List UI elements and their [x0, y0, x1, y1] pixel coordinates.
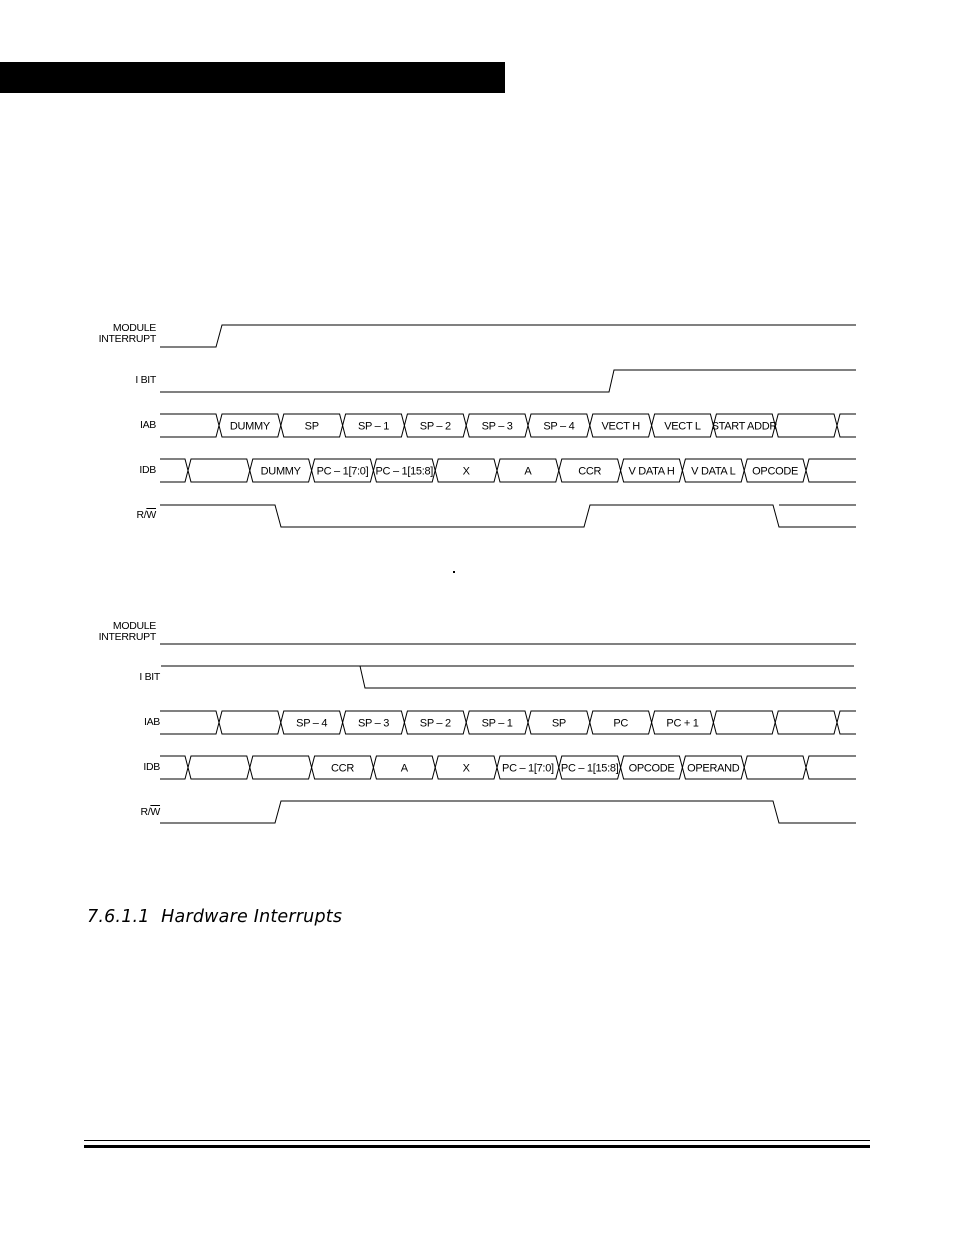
bus-cycle-label: OPCODE [752, 466, 798, 478]
bus-cycle-label: SP – 1 [358, 421, 389, 433]
bus-cycle-cell [249, 755, 313, 780]
bus-cycle-cell [187, 458, 251, 483]
bus-cycle-label: X [463, 763, 471, 775]
section-title: Hardware Interrupts [161, 907, 343, 927]
waveform-i-bit [160, 369, 856, 393]
bus-cycle-cell [160, 458, 189, 483]
bus-cycle-label: A [524, 466, 532, 478]
waveform-i-bit [359, 665, 856, 689]
bus-cycle-cell [218, 710, 282, 735]
bus-cycle-cell [160, 413, 220, 438]
bus-cycle-cell [160, 710, 220, 735]
footer-rule-thin [84, 1140, 870, 1141]
bus-cycle-cell [836, 710, 856, 735]
waveform-rw [160, 800, 856, 824]
bus-cycle-label: A [401, 763, 409, 775]
bus-cycle-cell [774, 413, 838, 438]
waveforms: SP – 4 SP – 3 SP – 2 SP – 1 SP PC PC + 1 CCR A X… [160, 643, 856, 824]
bus-cycle-label: SP – 4 [543, 421, 574, 433]
bus-cycle-label: V DATA H [628, 466, 674, 478]
bus-cycle-label: SP – 2 [420, 718, 451, 730]
bus-cycle-label: PC – 1[7:0] [502, 763, 554, 775]
bus-cycle-label: PC – 1[15:8] [376, 466, 434, 478]
bus-cycle-cell [774, 710, 838, 735]
bus-cycle-label: X [463, 466, 471, 478]
header-bar [0, 62, 505, 93]
bus-cycle-label: SP – 2 [420, 421, 451, 433]
footer-rule-thick [84, 1145, 870, 1148]
bus-idb: CCR A X PC – 1[7:0] PC – 1[15:8] OPCODE OPERAN… [160, 755, 856, 780]
bus-iab: DUMMY SP SP – 1 SP – 2 SP – 3 SP – 4 VECT H VEC… [160, 413, 856, 438]
bus-cycle-cell [805, 458, 856, 483]
bus-cycle-label: SP – 3 [482, 421, 513, 433]
bus-cycle-label: OPERAND [687, 763, 740, 775]
waveforms: DUMMY SP SP – 1 SP – 2 SP – 3 SP – 4 VECT H VEC… [160, 324, 856, 528]
bus-cycle-label: V DATA L [691, 466, 735, 478]
bus-cycle-label: PC – 1[7:0] [317, 466, 369, 478]
bus-cycle-label: SP – 4 [296, 718, 327, 730]
bus-cycle-cell [187, 755, 251, 780]
section-number: 7.6.1.1 [87, 907, 150, 927]
bus-cycle-label: SP – 1 [482, 718, 513, 730]
bus-cycle-cell [805, 755, 856, 780]
bus-cycle-cell [712, 710, 776, 735]
timing-diagram-interrupt-return: MODULE INTERRUPT I BIT IAB IDB R/W SP – … [0, 608, 954, 868]
bus-cycle-label: OPCODE [629, 763, 675, 775]
bus-cycle-cell [836, 413, 856, 438]
bus-cycle-label: DUMMY [261, 466, 302, 478]
bus-cycle-label: DUMMY [230, 421, 271, 433]
timing-diagram-interrupt-entry: MODULE INTERRUPT I BIT IAB IDB R/W DUMMY… [0, 310, 954, 570]
waveform-rw [160, 504, 856, 528]
bus-cycle-label: PC – 1[15:8] [561, 763, 619, 775]
bus-cycle-label: CCR [578, 466, 601, 478]
bus-cycle-label: START ADDR [712, 421, 778, 433]
bus-cycle-label: CCR [331, 763, 354, 775]
bus-idb: DUMMY PC – 1[7:0] PC – 1[15:8] X A CCR V DATA … [160, 458, 856, 483]
bus-cycle-label: VECT L [664, 421, 701, 433]
bus-cycle-label: SP [305, 421, 319, 433]
stray-dot [453, 571, 455, 573]
bus-cycle-label: VECT H [602, 421, 641, 433]
bus-cycle-label: PC + 1 [666, 718, 698, 730]
bus-iab: SP – 4 SP – 3 SP – 2 SP – 1 SP PC PC + 1 [160, 710, 856, 735]
bus-cycle-label: PC [613, 718, 628, 730]
section-heading: 7.6.1.1 Hardware Interrupts [87, 907, 342, 927]
bus-cycle-label: SP – 3 [358, 718, 389, 730]
bus-cycle-cell [160, 755, 189, 780]
bus-cycle-label: SP [552, 718, 566, 730]
waveform-module-interrupt [160, 324, 856, 348]
bus-cycle-cell [743, 755, 807, 780]
